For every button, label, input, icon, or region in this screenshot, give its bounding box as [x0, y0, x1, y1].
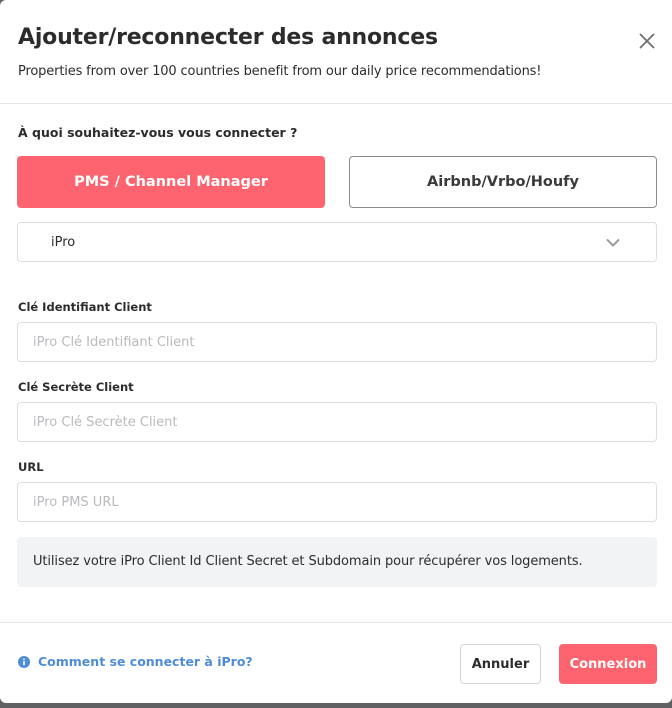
pms-channel-manager-label: PMS / Channel Manager	[74, 174, 268, 190]
help-link-text: Comment se connecter à iPro?	[38, 654, 253, 669]
modal-title: Ajouter/reconnecter des annonces	[18, 25, 438, 50]
info-text: Utilisez votre iPro Client Id Client Sec…	[33, 554, 583, 569]
client-secret-input[interactable]	[17, 402, 657, 442]
modal-subtitle: Properties from over 100 countries benef…	[18, 64, 542, 79]
info-box: Utilisez votre iPro Client Id Client Sec…	[17, 537, 657, 587]
cancel-button[interactable]: Annuler	[460, 644, 541, 684]
chevron-down-icon	[606, 239, 620, 247]
help-link[interactable]: Comment se connecter à iPro?	[18, 654, 253, 669]
pms-channel-manager-button[interactable]: PMS / Channel Manager	[17, 156, 325, 208]
add-listings-modal: Ajouter/reconnecter des annonces Propert…	[0, 0, 672, 703]
info-icon	[18, 655, 30, 668]
pms-select[interactable]: iPro	[17, 222, 657, 262]
client-id-label: Clé Identifiant Client	[18, 300, 152, 314]
pms-select-value: iPro	[51, 235, 76, 250]
close-icon	[639, 33, 655, 49]
url-label: URL	[18, 460, 44, 474]
airbnb-vrbo-houfy-button[interactable]: Airbnb/Vrbo/Houfy	[349, 156, 657, 208]
close-button[interactable]	[634, 28, 660, 54]
connection-question: À quoi souhaitez-vous vous connecter ?	[18, 125, 298, 140]
url-input[interactable]	[17, 482, 657, 522]
client-id-input[interactable]	[17, 322, 657, 362]
connect-button[interactable]: Connexion	[559, 644, 657, 684]
airbnb-vrbo-houfy-label: Airbnb/Vrbo/Houfy	[427, 174, 579, 190]
modal-footer: Comment se connecter à iPro? Annuler Con…	[0, 622, 672, 703]
modal-header: Ajouter/reconnecter des annonces Propert…	[0, 0, 672, 104]
client-secret-label: Clé Secrète Client	[18, 380, 134, 394]
